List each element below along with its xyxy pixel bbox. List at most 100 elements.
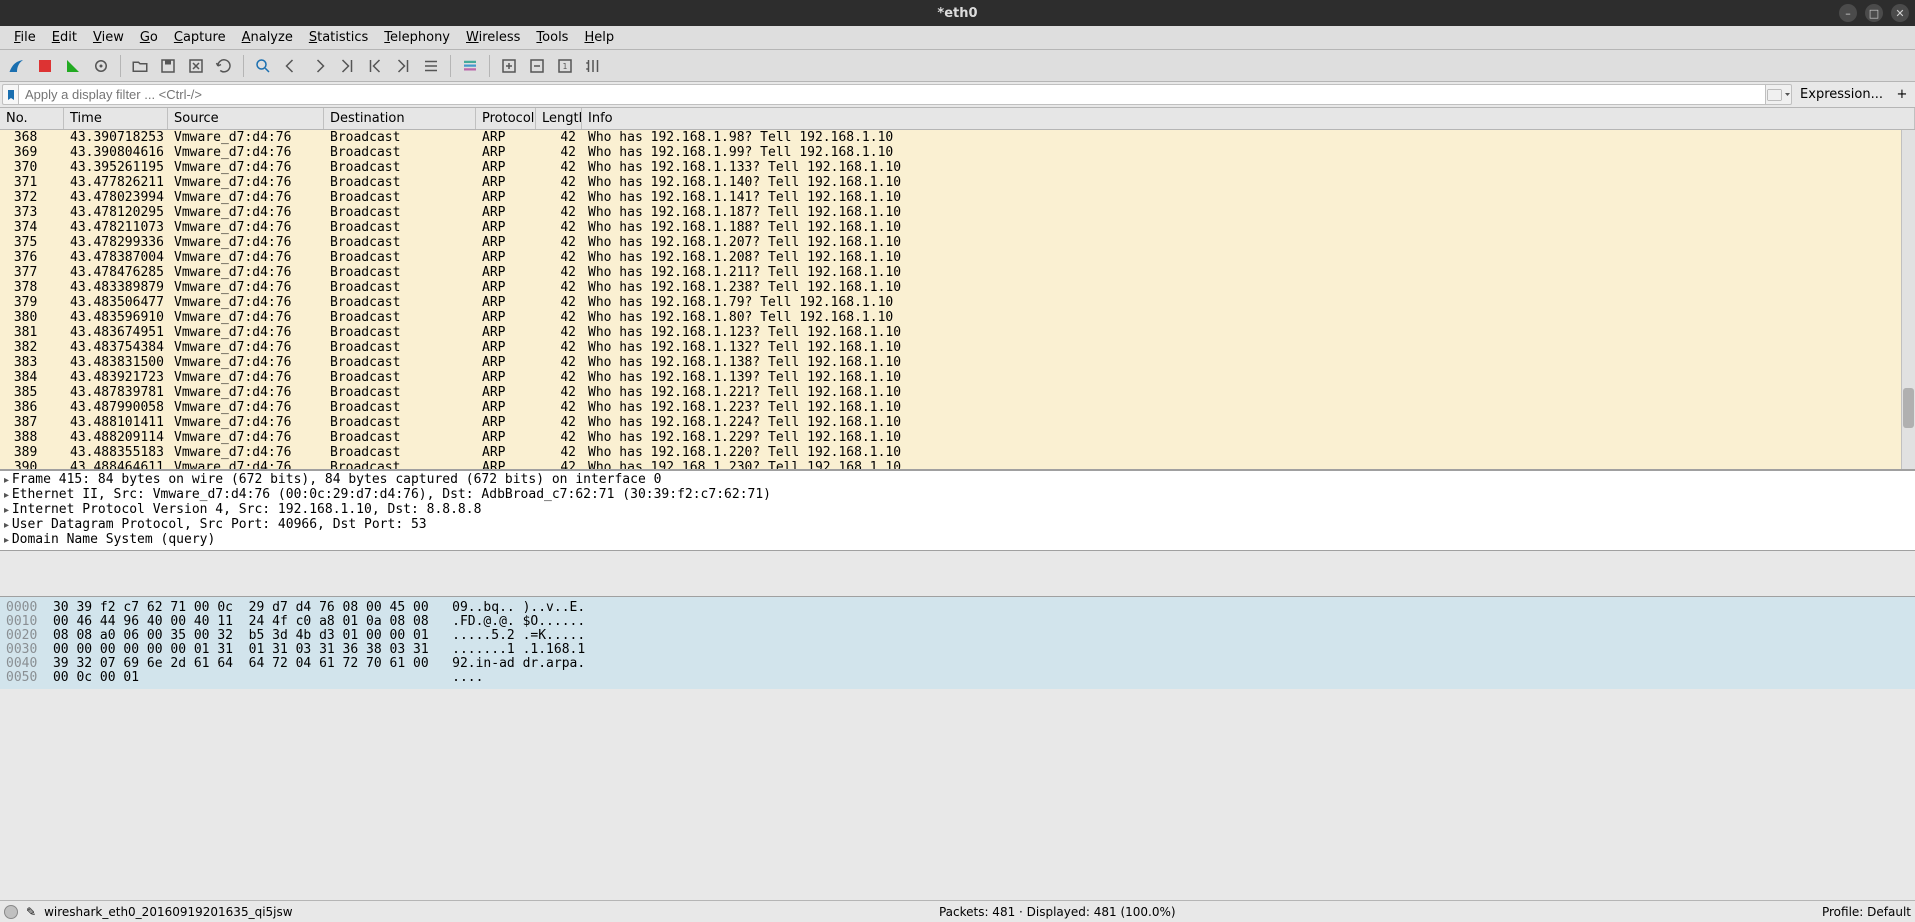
shark-fin-icon[interactable]	[4, 53, 30, 79]
menu-capture[interactable]: Capture	[166, 28, 234, 47]
detail-tree-item[interactable]: Ethernet II, Src: Vmware_d7:d4:76 (00:0c…	[4, 488, 1911, 503]
expert-info-icon[interactable]	[4, 905, 18, 919]
close-file-icon[interactable]	[183, 53, 209, 79]
detail-tree-item[interactable]: Domain Name System (query)	[4, 533, 1911, 548]
reload-icon[interactable]	[211, 53, 237, 79]
window-title: *eth0	[937, 6, 977, 21]
window-minimize-button[interactable]: –	[1839, 4, 1857, 22]
filter-dropdown-button[interactable]	[1766, 84, 1792, 105]
cell-time: 43.478023994	[64, 190, 168, 205]
menu-view[interactable]: View	[85, 28, 132, 47]
column-header-destination[interactable]: Destination	[324, 108, 476, 129]
options-icon[interactable]	[88, 53, 114, 79]
window-maximize-button[interactable]: □	[1865, 4, 1883, 22]
packet-row[interactable]: 38943.488355183Vmware_d7:d4:76BroadcastA…	[0, 445, 1915, 460]
hex-line[interactable]: 0020 08 08 a0 06 00 35 00 32 b5 3d 4b d3…	[6, 629, 1909, 643]
column-header-source[interactable]: Source	[168, 108, 324, 129]
menu-edit[interactable]: Edit	[44, 28, 85, 47]
add-filter-button[interactable]: +	[1891, 84, 1913, 105]
packet-row[interactable]: 37443.478211073Vmware_d7:d4:76BroadcastA…	[0, 220, 1915, 235]
packet-row[interactable]: 37943.483506477Vmware_d7:d4:76BroadcastA…	[0, 295, 1915, 310]
packet-row[interactable]: 39043.488464611Vmware_d7:d4:76BroadcastA…	[0, 460, 1915, 470]
packet-row[interactable]: 38043.483596910Vmware_d7:d4:76BroadcastA…	[0, 310, 1915, 325]
packet-row[interactable]: 38343.483831500Vmware_d7:d4:76BroadcastA…	[0, 355, 1915, 370]
menu-tools[interactable]: Tools	[528, 28, 576, 47]
cell-protocol: ARP	[476, 325, 536, 340]
packet-row[interactable]: 37843.483389879Vmware_d7:d4:76BroadcastA…	[0, 280, 1915, 295]
packet-details-tree[interactable]: Frame 415: 84 bytes on wire (672 bits), …	[0, 470, 1915, 551]
hex-line[interactable]: 0010 00 46 44 96 40 00 40 11 24 4f c0 a8…	[6, 615, 1909, 629]
packet-row[interactable]: 37343.478120295Vmware_d7:d4:76BroadcastA…	[0, 205, 1915, 220]
jump-icon[interactable]	[334, 53, 360, 79]
packet-row[interactable]: 37143.477826211Vmware_d7:d4:76BroadcastA…	[0, 175, 1915, 190]
cell-protocol: ARP	[476, 280, 536, 295]
cell-protocol: ARP	[476, 175, 536, 190]
packet-row[interactable]: 37543.478299336Vmware_d7:d4:76BroadcastA…	[0, 235, 1915, 250]
resize-cols-icon[interactable]	[580, 53, 606, 79]
cell-protocol: ARP	[476, 340, 536, 355]
hex-line[interactable]: 0000 30 39 f2 c7 62 71 00 0c 29 d7 d4 76…	[6, 601, 1909, 615]
packet-row[interactable]: 38243.483754384Vmware_d7:d4:76BroadcastA…	[0, 340, 1915, 355]
prev-icon[interactable]	[278, 53, 304, 79]
packet-row[interactable]: 37743.478476285Vmware_d7:d4:76BroadcastA…	[0, 265, 1915, 280]
packet-row[interactable]: 36843.390718253Vmware_d7:d4:76BroadcastA…	[0, 130, 1915, 145]
column-header-info[interactable]: Info	[582, 108, 1915, 129]
zoom-reset-icon[interactable]: 1	[552, 53, 578, 79]
cell-info: Who has 192.168.1.138? Tell 192.168.1.10	[582, 355, 1915, 370]
packet-row[interactable]: 38643.487990058Vmware_d7:d4:76BroadcastA…	[0, 400, 1915, 415]
cell-destination: Broadcast	[324, 235, 476, 250]
expression-button[interactable]: Expression...	[1792, 84, 1891, 105]
last-icon[interactable]	[390, 53, 416, 79]
menu-analyze[interactable]: Analyze	[234, 28, 301, 47]
restart-icon[interactable]	[60, 53, 86, 79]
detail-tree-item[interactable]: Internet Protocol Version 4, Src: 192.16…	[4, 503, 1911, 518]
cell-source: Vmware_d7:d4:76	[168, 160, 324, 175]
profile-label[interactable]: Profile: Default	[1822, 905, 1911, 919]
next-icon[interactable]	[306, 53, 332, 79]
packet-row[interactable]: 36943.390804616Vmware_d7:d4:76BroadcastA…	[0, 145, 1915, 160]
save-icon[interactable]	[155, 53, 181, 79]
packet-row[interactable]: 38143.483674951Vmware_d7:d4:76BroadcastA…	[0, 325, 1915, 340]
display-filter-input[interactable]	[18, 84, 1766, 105]
zoom-in-icon[interactable]	[496, 53, 522, 79]
column-header-length[interactable]: Length	[536, 108, 582, 129]
packet-list[interactable]: 36843.390718253Vmware_d7:d4:76BroadcastA…	[0, 130, 1915, 470]
detail-tree-item[interactable]: User Datagram Protocol, Src Port: 40966,…	[4, 518, 1911, 533]
menu-telephony[interactable]: Telephony	[376, 28, 458, 47]
packet-row[interactable]: 37043.395261195Vmware_d7:d4:76BroadcastA…	[0, 160, 1915, 175]
cell-source: Vmware_d7:d4:76	[168, 130, 324, 145]
hex-line[interactable]: 0050 00 0c 00 01 ....	[6, 671, 1909, 685]
column-header-protocol[interactable]: Protocol	[476, 108, 536, 129]
filter-bookmark-icon[interactable]	[2, 84, 18, 105]
first-icon[interactable]	[362, 53, 388, 79]
colorize-icon[interactable]	[457, 53, 483, 79]
packet-row[interactable]: 37243.478023994Vmware_d7:d4:76BroadcastA…	[0, 190, 1915, 205]
cell-time: 43.390804616	[64, 145, 168, 160]
find-icon[interactable]	[250, 53, 276, 79]
autoscroll-icon[interactable]	[418, 53, 444, 79]
cell-info: Who has 192.168.1.207? Tell 192.168.1.10	[582, 235, 1915, 250]
packet-row[interactable]: 38743.488101411Vmware_d7:d4:76BroadcastA…	[0, 415, 1915, 430]
packet-bytes-hex[interactable]: 0000 30 39 f2 c7 62 71 00 0c 29 d7 d4 76…	[0, 596, 1915, 689]
packet-row[interactable]: 38843.488209114Vmware_d7:d4:76BroadcastA…	[0, 430, 1915, 445]
packet-row[interactable]: 38443.483921723Vmware_d7:d4:76BroadcastA…	[0, 370, 1915, 385]
open-icon[interactable]	[127, 53, 153, 79]
column-header-time[interactable]: Time	[64, 108, 168, 129]
menu-help[interactable]: Help	[576, 28, 622, 47]
column-header-no[interactable]: No.	[0, 108, 64, 129]
packet-list-scrollbar[interactable]	[1901, 130, 1915, 469]
menu-statistics[interactable]: Statistics	[301, 28, 376, 47]
hex-line[interactable]: 0040 39 32 07 69 6e 2d 61 64 64 72 04 61…	[6, 657, 1909, 671]
cell-source: Vmware_d7:d4:76	[168, 235, 324, 250]
packet-row[interactable]: 37643.478387004Vmware_d7:d4:76BroadcastA…	[0, 250, 1915, 265]
packet-row[interactable]: 38543.487839781Vmware_d7:d4:76BroadcastA…	[0, 385, 1915, 400]
stop-icon[interactable]	[32, 53, 58, 79]
menu-file[interactable]: File	[6, 28, 44, 47]
detail-tree-item[interactable]: Frame 415: 84 bytes on wire (672 bits), …	[4, 473, 1911, 488]
hex-line[interactable]: 0030 00 00 00 00 00 00 01 31 01 31 03 31…	[6, 643, 1909, 657]
menu-go[interactable]: Go	[132, 28, 166, 47]
menu-wireless[interactable]: Wireless	[458, 28, 528, 47]
cell-protocol: ARP	[476, 400, 536, 415]
zoom-out-icon[interactable]	[524, 53, 550, 79]
window-close-button[interactable]: ✕	[1891, 4, 1909, 22]
